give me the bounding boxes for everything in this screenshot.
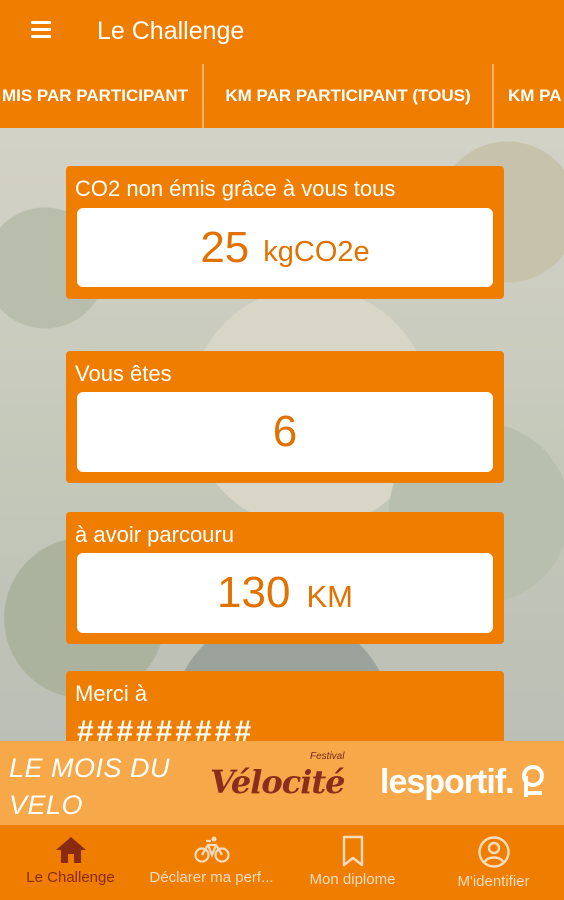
tab-km-per-participant-all[interactable]: KM PAR PARTICIPANT (TOUS): [204, 64, 494, 128]
nav-label: Déclarer ma perf...: [149, 869, 274, 886]
nav-declarer-perf[interactable]: Déclarer ma perf...: [141, 825, 282, 900]
lesportif-icon: [522, 765, 544, 797]
hamburger-icon: [31, 21, 51, 38]
bookmark-icon: [342, 835, 363, 867]
nav-label: Mon diplome: [309, 871, 396, 888]
co2-value-box: 25 kgCO2e: [77, 208, 493, 287]
nav-label: M'identifier: [457, 873, 530, 890]
nav-mon-diplome[interactable]: Mon diplome: [282, 825, 423, 900]
nav-le-challenge[interactable]: Le Challenge: [0, 825, 141, 900]
rank-value: 6: [272, 407, 298, 456]
menu-button[interactable]: [0, 0, 84, 64]
rank-value-box: 6: [77, 392, 493, 472]
rank-card: Vous êtes 6: [66, 351, 504, 483]
distance-label: à avoir parcouru: [75, 522, 234, 547]
bottom-navigation: Le Challenge Déclarer ma perf... Mon dip…: [0, 825, 564, 900]
thanks-label: Merci à: [75, 681, 148, 706]
banner-line-2: VELO: [9, 790, 84, 820]
mois-du-velo-text: LE MOIS DU VELO: [9, 750, 170, 824]
nav-label: Le Challenge: [26, 869, 115, 886]
co2-unit: kgCO2e: [263, 236, 370, 268]
distance-card: à avoir parcouru 130 KM: [66, 512, 504, 644]
lesportif-logo: lesportif.: [380, 763, 515, 801]
festival-text: Festival: [310, 751, 345, 762]
nav-identifier[interactable]: M'identifier: [423, 825, 564, 900]
co2-card: CO2 non émis grâce à vous tous 25 kgCO2e: [66, 166, 504, 299]
velocite-logo: Festival Vélocité: [210, 749, 360, 819]
sponsor-banner[interactable]: LE MOIS DU VELO Festival Vélocité lespor…: [0, 741, 564, 825]
tab-bar: MIS PAR PARTICIPANT KM PAR PARTICIPANT (…: [0, 64, 564, 128]
distance-value: 130: [217, 568, 291, 617]
page-title: Le Challenge: [97, 16, 245, 45]
banner-line-1: LE MOIS DU: [9, 753, 171, 783]
account-icon: [477, 836, 510, 868]
co2-label: CO2 non émis grâce à vous tous: [75, 176, 396, 201]
bicycle-icon: [193, 836, 230, 863]
home-icon: [55, 837, 86, 863]
co2-value: 25: [200, 222, 250, 272]
tab-co2-per-participant[interactable]: MIS PAR PARTICIPANT: [0, 64, 204, 128]
distance-unit: KM: [306, 579, 353, 614]
velocite-text: Vélocité: [210, 763, 346, 801]
rank-label: Vous êtes: [75, 361, 172, 386]
tab-km-per-participant[interactable]: KM PA: [494, 64, 564, 128]
distance-value-box: 130 KM: [77, 553, 493, 633]
app-bar: Le Challenge: [0, 0, 564, 64]
